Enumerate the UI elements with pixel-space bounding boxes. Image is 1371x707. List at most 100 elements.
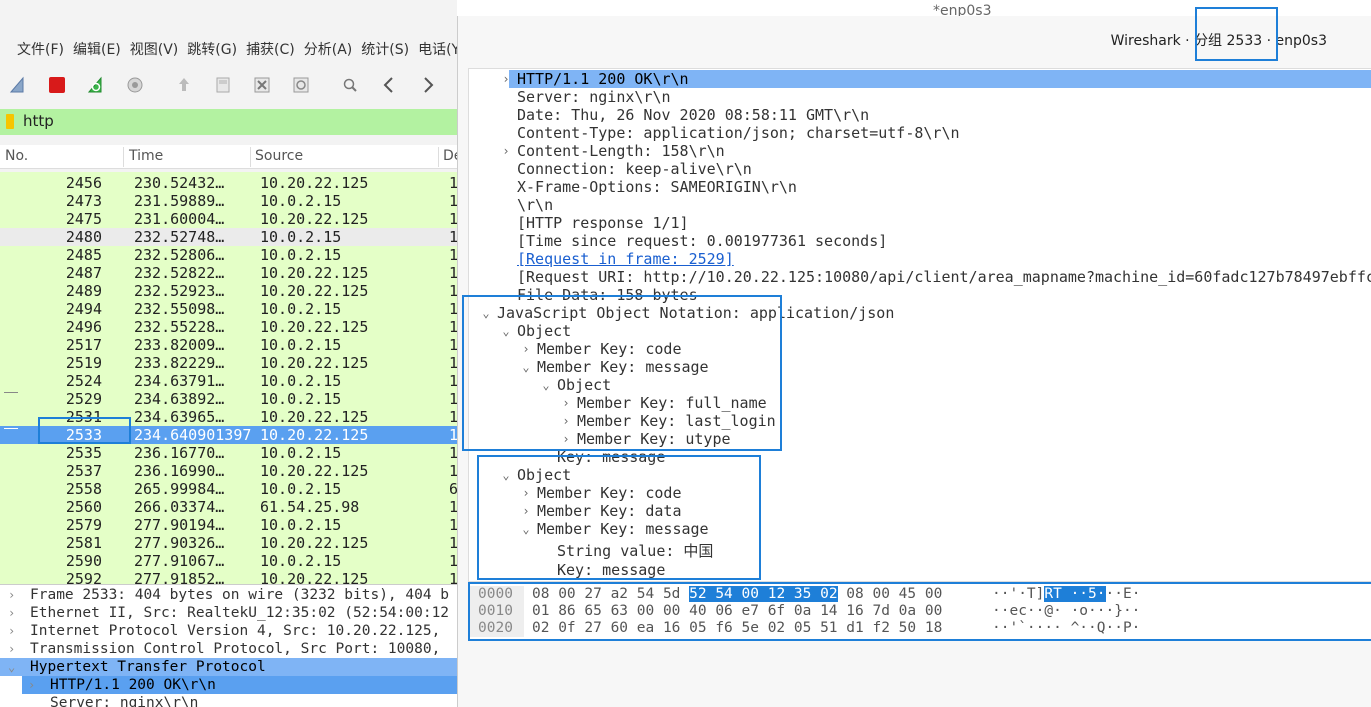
detail-row[interactable]: › HTTP/1.1 200 OK\r\n (22, 676, 457, 694)
packet-no: 2524 (65, 372, 102, 390)
packet-destination: 1 (449, 516, 457, 534)
packet-source: 10.20.22.125 (260, 174, 369, 192)
packet-row[interactable]: 2456 230.52432… 10.20.22.125 1 (0, 174, 457, 192)
hex-ascii: ··ec··@· ·o···}·· (992, 603, 1141, 619)
column-header-source[interactable]: Source (255, 148, 303, 164)
expand-arrow-icon[interactable]: › (8, 640, 15, 658)
restart-fin-icon[interactable] (84, 73, 108, 97)
detail-text: Transmission Control Protocol, Src Port:… (30, 641, 441, 657)
stop-square-icon[interactable] (45, 73, 69, 97)
tree-row[interactable]: Content-Type: application/json; charset=… (517, 124, 960, 142)
tree-row[interactable]: [Request in frame: 2529] (517, 250, 734, 268)
packet-source: 10.20.22.125 (260, 426, 369, 444)
packet-row[interactable]: 2537 236.16990… 10.20.22.125 1 (0, 462, 457, 480)
packet-row[interactable]: 2558 265.99984… 10.0.2.15 6 (0, 480, 457, 498)
packet-destination: 1 (449, 372, 457, 390)
packet-row[interactable]: 2590 277.91067… 10.0.2.15 1 (0, 552, 457, 570)
tree-row[interactable]: Content-Length: 158\r\n (517, 142, 725, 160)
menu-item[interactable]: 统计(S) (344, 38, 409, 62)
menu-item[interactable]: 文件(F) (0, 38, 64, 62)
expand-arrow-icon[interactable]: › (8, 622, 15, 640)
display-filter-input[interactable]: http (23, 112, 54, 130)
packet-row[interactable]: 2524 234.63791… 10.0.2.15 1 (0, 372, 457, 390)
packet-time: 234.640901397 (134, 426, 252, 444)
hex-offset: 0020 (470, 620, 524, 637)
reload-icon[interactable] (289, 73, 313, 97)
detail-row[interactable]: › Ethernet II, Src: RealtekU_12:35:02 (52… (0, 604, 457, 622)
packet-no: 2537 (65, 462, 102, 480)
packet-row[interactable]: 2560 266.03374… 61.54.25.98 1 (0, 498, 457, 516)
column-header-no[interactable]: No. (5, 148, 28, 164)
find-packet-icon[interactable] (338, 73, 362, 97)
packet-row[interactable]: 2592 277.91852… 10.20.22.125 1 (0, 570, 457, 584)
menu-item[interactable]: 跳转(G) (170, 38, 237, 62)
filter-bookmark-icon[interactable] (6, 114, 14, 129)
menu-item[interactable]: 捕获(C) (229, 38, 295, 62)
menu-item[interactable]: 编辑(E) (56, 38, 121, 62)
packet-row[interactable]: 2529 234.63892… 10.0.2.15 1 (0, 390, 457, 408)
tree-row[interactable]: X-Frame-Options: SAMEORIGIN\r\n (517, 178, 797, 196)
open-file-icon[interactable] (172, 73, 196, 97)
packet-row[interactable]: 2517 233.82009… 10.0.2.15 1 (0, 336, 457, 354)
packet-row[interactable]: 2581 277.90326… 10.20.22.125 1 (0, 534, 457, 552)
packet-time: 234.63892… (134, 390, 225, 408)
display-filter-bar[interactable]: http (0, 109, 457, 135)
tree-row[interactable]: Date: Thu, 26 Nov 2020 08:58:11 GMT\r\n (517, 106, 869, 124)
main-window: 文件(F)编辑(E)视图(V)跳转(G)捕获(C)分析(A)统计(S)电话(Y)… (0, 0, 457, 707)
options-gear-icon[interactable] (123, 73, 147, 97)
packet-time: 233.82009… (134, 336, 225, 354)
shark-fin-start-icon[interactable] (6, 73, 30, 97)
packet-row[interactable]: 2496 232.55228… 10.20.22.125 1 (0, 318, 457, 336)
column-header-destination[interactable]: De (443, 148, 457, 164)
packet-row[interactable]: 2485 232.52806… 10.0.2.15 1 (0, 246, 457, 264)
hex-offset: 0000 (470, 586, 524, 603)
packet-time: 234.63791… (134, 372, 225, 390)
detail-row[interactable]: › Transmission Control Protocol, Src Port… (0, 640, 457, 658)
go-forward-icon[interactable] (416, 73, 440, 97)
go-back-icon[interactable] (377, 73, 401, 97)
expand-arrow-icon[interactable]: › (8, 586, 15, 604)
packet-source: 10.20.22.125 (260, 282, 369, 300)
detail-row[interactable]: › Frame 2533: 404 bytes on wire (3232 bit… (0, 586, 457, 604)
column-header-time[interactable]: Time (129, 148, 163, 164)
packet-time: 277.91067… (134, 552, 225, 570)
detail-row[interactable]: Server: nginx\r\n (0, 694, 457, 707)
packet-row[interactable]: 2487 232.52822… 10.20.22.125 1 (0, 264, 457, 282)
packet-row[interactable]: 2519 233.82229… 10.20.22.125 1 (0, 354, 457, 372)
expand-arrow-icon[interactable]: › (28, 676, 35, 694)
packet-row[interactable]: 2475 231.60004… 10.20.22.125 1 (0, 210, 457, 228)
hex-bytes: 08 00 27 a2 54 5d 52 54 00 12 35 02 08 0… (532, 586, 943, 602)
detail-row[interactable]: ⌄ Hypertext Transfer Protocol (0, 658, 457, 676)
detail-text: Hypertext Transfer Protocol (30, 659, 266, 675)
tree-row[interactable]: [Time since request: 0.001977361 seconds… (517, 232, 887, 250)
packet-row[interactable]: 2489 232.52923… 10.20.22.125 1 (0, 282, 457, 300)
packet-list-header: No. Time Source De (0, 145, 457, 169)
detail-row[interactable]: › Internet Protocol Version 4, Src: 10.20… (0, 622, 457, 640)
expand-arrow-icon[interactable]: ⌄ (8, 658, 15, 676)
packet-row[interactable]: 2480 232.52748… 10.0.2.15 1 (0, 228, 457, 246)
tree-row[interactable]: HTTP/1.1 200 OK\r\n (509, 70, 1371, 88)
tree-row[interactable]: [HTTP response 1/1] (517, 214, 689, 232)
menu-item[interactable]: 分析(A) (287, 38, 353, 62)
packet-time: 277.90194… (134, 516, 225, 534)
tree-row[interactable]: Connection: keep-alive\r\n (517, 160, 752, 178)
menu-item[interactable]: 电话(Y) (401, 38, 457, 62)
packet-row[interactable]: 2494 232.55098… 10.0.2.15 1 (0, 300, 457, 318)
packet-no: 2496 (65, 318, 102, 336)
hex-row[interactable]: 0020 02 0f 27 60 ea 16 05 f6 5e 02 05 51 … (470, 620, 1371, 637)
expand-arrow-icon[interactable]: › (8, 604, 15, 622)
packet-row[interactable]: 2473 231.59889… 10.0.2.15 1 (0, 192, 457, 210)
tree-row[interactable]: [Request URI: http://10.20.22.125:10080/… (517, 268, 1371, 286)
hex-row[interactable]: 0010 01 86 65 63 00 00 40 06 e7 6f 0a 14 … (470, 603, 1371, 620)
packet-row[interactable]: 2535 236.16770… 10.0.2.15 1 (0, 444, 457, 462)
packet-destination: 6 (449, 480, 457, 498)
tree-row[interactable]: \r\n (517, 196, 553, 214)
save-file-icon[interactable] (211, 73, 235, 97)
tree-expand-arrow-icon[interactable]: › (499, 142, 513, 160)
packet-row[interactable]: 2579 277.90194… 10.0.2.15 1 (0, 516, 457, 534)
hex-row[interactable]: 0000 08 00 27 a2 54 5d 52 54 00 12 35 02 … (470, 586, 1371, 603)
menu-item[interactable]: 视图(V) (113, 38, 179, 62)
close-file-icon[interactable] (250, 73, 274, 97)
packet-time: 231.60004… (134, 210, 225, 228)
tree-row[interactable]: Server: nginx\r\n (517, 88, 671, 106)
